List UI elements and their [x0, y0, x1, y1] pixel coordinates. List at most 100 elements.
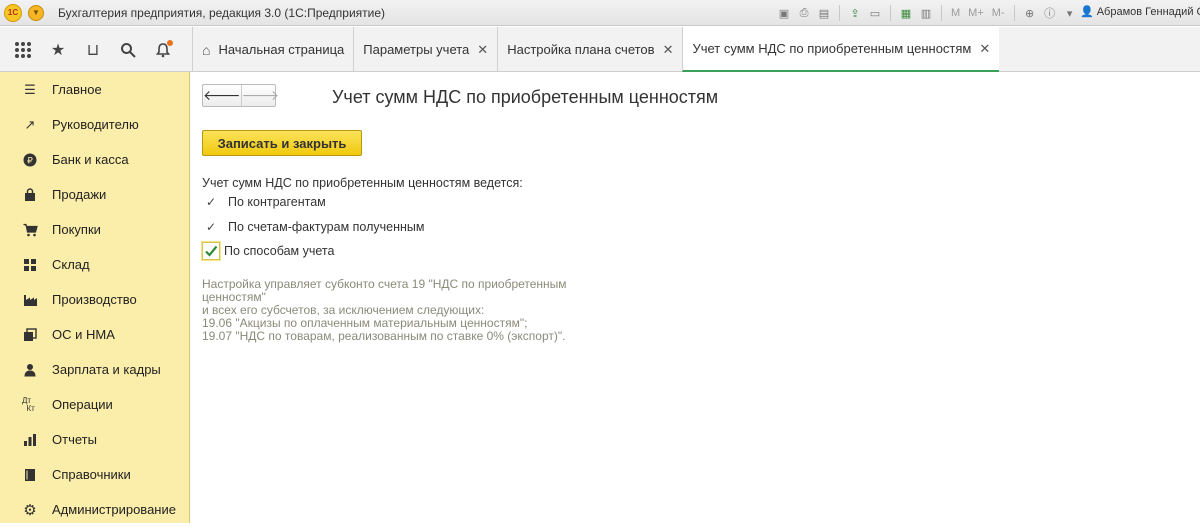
tab-bar: ⌂ Начальная страница Параметры учета ✕ Н…	[192, 27, 1000, 72]
sidebar-item-label: Зарплата и кадры	[52, 362, 161, 377]
history-icon[interactable]: ⊔	[82, 39, 104, 61]
report-icon	[22, 433, 38, 447]
sidebar-item-warehouse[interactable]: Склад	[0, 247, 189, 282]
close-icon[interactable]: ✕	[979, 41, 990, 57]
user-icon: 👤	[1080, 6, 1094, 18]
tab-label: Начальная страница	[218, 42, 345, 57]
toolbar-separator	[941, 5, 942, 21]
section-bar: ★ ⊔ ⌂ Начальная страница Параметры учета…	[0, 27, 1200, 72]
tab-home[interactable]: ⌂ Начальная страница	[192, 27, 353, 72]
sidebar-item-label: Покупки	[52, 222, 101, 237]
tab-label: Учет сумм НДС по приобретенным ценностям	[692, 41, 972, 56]
sidebar-item-operations[interactable]: Дт Кт Операции	[0, 387, 189, 422]
memory-minus-button[interactable]: M-	[990, 7, 1007, 19]
main-menu-button[interactable]: ▼	[28, 4, 44, 21]
sidebar-item-label: Администрирование	[52, 502, 176, 517]
close-icon[interactable]: ✕	[477, 42, 488, 58]
dt-kt-icon: Дт Кт	[22, 395, 35, 413]
option-counterparties: ✓ По контрагентам	[206, 195, 326, 209]
navigation-buttons: 🡐 🡒	[202, 84, 279, 107]
accounting-methods-checkbox-row: По способам учета	[202, 242, 334, 260]
tab-accounting-parameters[interactable]: Параметры учета ✕	[353, 27, 497, 72]
user-name[interactable]: 👤 Абрамов Геннадий Се	[1080, 5, 1200, 19]
calculator-icon[interactable]: ▦	[898, 5, 914, 21]
sidebar-item-main[interactable]: ☰ Главное	[0, 72, 189, 107]
search-icon[interactable]	[117, 39, 139, 61]
sidebar-item-salary[interactable]: Зарплата и кадры	[0, 352, 189, 387]
preview-icon[interactable]: ▤	[816, 5, 832, 21]
option-invoices-received: ✓ По счетам-фактурам полученным	[206, 220, 425, 234]
sidebar-item-directories[interactable]: Справочники	[0, 457, 189, 492]
person-icon	[22, 363, 38, 377]
sidebar-item-label: Продажи	[52, 187, 107, 202]
forward-arrow-icon[interactable]: 🡒	[242, 85, 280, 106]
sidebar-item-sales[interactable]: Продажи	[0, 177, 189, 212]
checkmark-icon: ✓	[206, 195, 217, 209]
sidebar-item-production[interactable]: Производство	[0, 282, 189, 317]
sidebar-item-label: Справочники	[52, 467, 131, 482]
vat-accounting-lead: Учет сумм НДС по приобретенным ценностям…	[202, 176, 523, 190]
assets-icon	[22, 327, 38, 342]
menu-icon: ☰	[24, 81, 36, 97]
tab-chart-of-accounts-settings[interactable]: Настройка плана счетов ✕	[497, 27, 682, 72]
sidebar-item-fixed-assets[interactable]: ОС и НМА	[0, 317, 189, 352]
close-icon[interactable]: ✕	[663, 42, 674, 58]
tab-label: Параметры учета	[363, 42, 470, 57]
sidebar-item-purchases[interactable]: Покупки	[0, 212, 189, 247]
option-label: По счетам-фактурам полученным	[228, 220, 425, 234]
window-toolbar: ▣ ⎙ ▤ ⇪ ▭ ▦ ▥ M M+ M- ⊕ ⓘ ▾	[776, 4, 1078, 22]
window-menu-icon[interactable]: ▾	[1062, 5, 1078, 21]
zoom-icon[interactable]: ⊕	[1022, 5, 1038, 21]
option-label: По контрагентам	[228, 195, 326, 209]
notification-dot	[167, 39, 173, 46]
save-and-close-button[interactable]: Записать и закрыть	[202, 130, 362, 156]
sidebar-item-label: Склад	[52, 257, 90, 272]
memory-plus-button[interactable]: M+	[966, 7, 986, 19]
tab-label: Настройка плана счетов	[507, 42, 655, 57]
sections-sidebar: ☰ Главное ↗ Руководителю ₽ Банк и касса …	[0, 72, 190, 523]
user-name-label: Абрамов Геннадий Се	[1096, 5, 1200, 18]
cart-icon	[22, 223, 38, 237]
accounting-methods-checkbox[interactable]	[202, 242, 220, 260]
home-icon: ⌂	[202, 41, 211, 58]
sidebar-item-label: Операции	[52, 397, 113, 412]
print-icon[interactable]: ⎙	[796, 5, 812, 21]
sidebar-item-label: Отчеты	[52, 432, 97, 447]
book-icon	[22, 468, 38, 482]
sidebar-item-label: ОС и НМА	[52, 327, 115, 342]
sidebar-item-manager[interactable]: ↗ Руководителю	[0, 107, 189, 142]
upload-icon[interactable]: ⇪	[847, 5, 863, 21]
form-area: 🡐 🡒 Учет сумм НДС по приобретенным ценно…	[190, 72, 1200, 523]
memory-button[interactable]: M	[949, 7, 962, 19]
sidebar-item-label: Главное	[52, 82, 102, 97]
app-logo: 1С	[4, 3, 22, 22]
save-icon[interactable]: ▣	[776, 5, 792, 21]
info-icon[interactable]: ⓘ	[1042, 5, 1058, 21]
gear-icon: ⚙	[23, 501, 37, 519]
factory-icon	[22, 293, 38, 307]
sidebar-item-bank[interactable]: ₽ Банк и касса	[0, 142, 189, 177]
sidebar-item-reports[interactable]: Отчеты	[0, 422, 189, 457]
trend-icon: ↗	[24, 116, 36, 132]
checkmark-icon: ✓	[206, 220, 217, 234]
quick-panel: ★ ⊔	[0, 27, 192, 72]
sidebar-item-label: Производство	[52, 292, 137, 307]
sidebar-item-label: Руководителю	[52, 117, 139, 132]
tab-vat-accounting[interactable]: Учет сумм НДС по приобретенным ценностям…	[682, 27, 1000, 72]
link-icon[interactable]: ▭	[867, 5, 883, 21]
calendar-icon[interactable]: ▥	[918, 5, 934, 21]
back-arrow-icon[interactable]: 🡐	[203, 85, 242, 106]
sidebar-item-label: Банк и касса	[52, 152, 129, 167]
bag-icon	[22, 187, 38, 202]
favorites-star-icon[interactable]: ★	[47, 39, 69, 61]
svg-text:₽: ₽	[27, 156, 33, 166]
toolbar-separator	[839, 5, 840, 21]
notifications-bell-icon[interactable]	[152, 39, 174, 61]
window-title: Бухгалтерия предприятия, редакция 3.0 (1…	[58, 5, 386, 20]
page-title: Учет сумм НДС по приобретенным ценностям	[332, 87, 719, 107]
title-bar: 1С ▼ Бухгалтерия предприятия, редакция 3…	[0, 0, 1200, 26]
sidebar-item-administration[interactable]: ⚙ Администрирование	[0, 492, 189, 527]
warehouse-icon	[22, 258, 38, 272]
toolbar-separator	[1013, 5, 1015, 21]
grid-menu-icon[interactable]	[12, 39, 34, 61]
